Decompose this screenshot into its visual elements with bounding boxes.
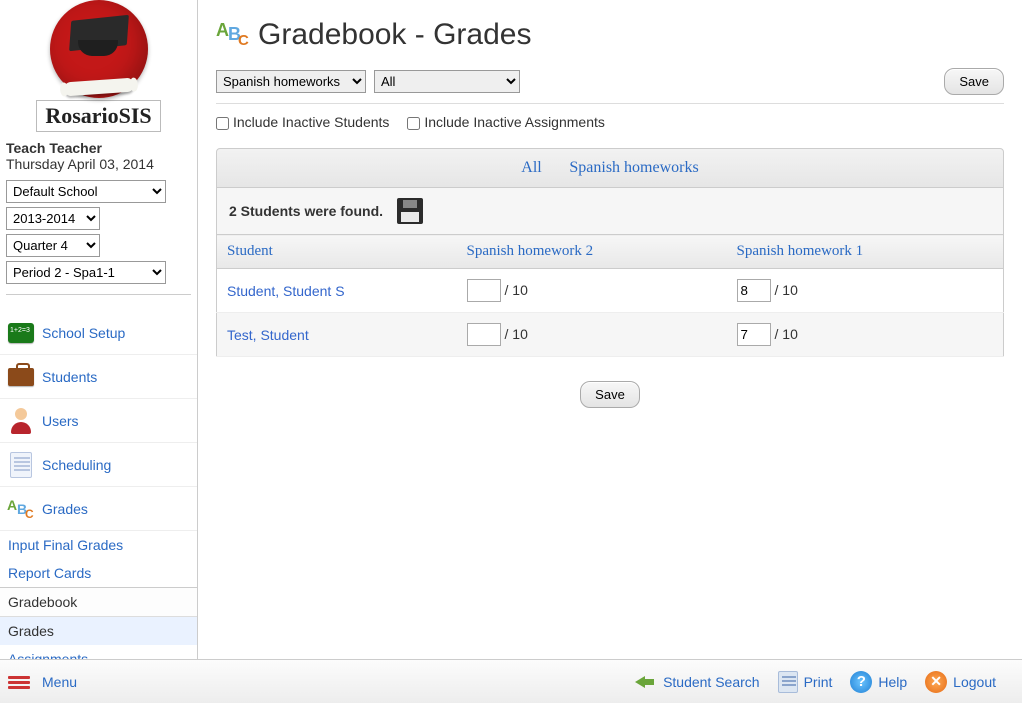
nav-users-label: Users [42, 413, 79, 429]
grade-input-hw1[interactable] [737, 279, 771, 302]
user-block: Teach Teacher Thursday April 03, 2014 De… [0, 136, 197, 311]
nav-scheduling-label: Scheduling [42, 457, 111, 473]
page-title: Gradebook - Grades [258, 18, 531, 52]
print-icon [778, 671, 798, 693]
help-icon: ? [850, 671, 872, 693]
save-button-top[interactable]: Save [944, 68, 1004, 95]
grades-table: Student Spanish homework 2 Spanish homew… [216, 234, 1004, 357]
results-count: 2 Students were found. [229, 203, 383, 219]
nav-users[interactable]: Users [0, 399, 197, 443]
footer-bar: Menu Student Search Print ? Help ✕ Logou… [0, 659, 1022, 703]
close-icon: ✕ [925, 671, 947, 693]
user-icon [6, 406, 36, 436]
nav-school-setup-label: School Setup [42, 325, 125, 341]
briefcase-icon [6, 362, 36, 392]
include-inactive-students-label[interactable]: Include Inactive Students [216, 114, 389, 130]
save-button-bottom[interactable]: Save [580, 381, 640, 408]
footer-print[interactable]: Print [778, 671, 833, 693]
schedule-icon [6, 450, 36, 480]
hamburger-icon [8, 674, 30, 690]
user-name: Teach Teacher [6, 140, 191, 156]
student-link[interactable]: Student, Student S [227, 283, 345, 299]
chalkboard-icon [6, 318, 36, 348]
subnav-input-final-grades[interactable]: Input Final Grades [0, 531, 197, 559]
include-inactive-assignments-checkbox[interactable] [407, 117, 420, 130]
arrow-left-icon [635, 671, 657, 693]
subnav-gradebook-header: Gradebook [0, 587, 197, 617]
footer-student-search[interactable]: Student Search [635, 671, 760, 693]
nav-scheduling[interactable]: Scheduling [0, 443, 197, 487]
filter-bar: Spanish homeworks All Save [216, 68, 1004, 104]
brand-name: RosarioSIS [36, 100, 160, 132]
grade-denominator: / 10 [505, 326, 528, 342]
col-homework-1[interactable]: Spanish homework 1 [727, 235, 1004, 269]
nav-students-label: Students [42, 369, 97, 385]
period-select[interactable]: Period 2 - Spa1-1 [6, 261, 166, 284]
save-disk-icon[interactable] [397, 198, 423, 224]
current-date: Thursday April 03, 2014 [6, 156, 191, 172]
grade-denominator: / 10 [775, 326, 798, 342]
footer-logout[interactable]: ✕ Logout [925, 671, 996, 693]
nav-students[interactable]: Students [0, 355, 197, 399]
footer-help[interactable]: ? Help [850, 671, 907, 693]
quarter-select[interactable]: Quarter 4 [6, 234, 100, 257]
nav-grades[interactable]: ABC Grades [0, 487, 197, 531]
main-content: ABC Gradebook - Grades Spanish homeworks… [198, 0, 1022, 660]
abc-icon: ABC [6, 494, 36, 524]
assignment-scope-select[interactable]: All [374, 70, 520, 93]
tabs-bar: All Spanish homeworks [216, 148, 1004, 188]
col-homework-2[interactable]: Spanish homework 2 [457, 235, 727, 269]
sidebar: RosarioSIS Teach Teacher Thursday April … [0, 0, 198, 703]
tab-spanish-homeworks[interactable]: Spanish homeworks [569, 159, 698, 176]
subnav-grades-active[interactable]: Grades [0, 617, 197, 645]
subnav-report-cards[interactable]: Report Cards [0, 559, 197, 587]
grade-denominator: / 10 [775, 282, 798, 298]
footer-menu[interactable]: Menu [8, 674, 77, 690]
student-link[interactable]: Test, Student [227, 327, 309, 343]
logo-icon [50, 0, 148, 98]
include-inactive-assignments-label[interactable]: Include Inactive Assignments [407, 114, 605, 130]
brand-logo: RosarioSIS [0, 0, 197, 136]
school-select[interactable]: Default School [6, 180, 166, 203]
col-student[interactable]: Student [217, 235, 457, 269]
grade-input-hw1[interactable] [737, 323, 771, 346]
include-inactive-students-checkbox[interactable] [216, 117, 229, 130]
grade-input-hw2[interactable] [467, 279, 501, 302]
filter-checkboxes: Include Inactive Students Include Inacti… [216, 110, 1004, 140]
nav-grades-label: Grades [42, 501, 88, 517]
grade-input-hw2[interactable] [467, 323, 501, 346]
assignment-type-select[interactable]: Spanish homeworks [216, 70, 366, 93]
table-row: Test, Student / 10 / 10 [217, 313, 1004, 357]
table-row: Student, Student S / 10 / 10 [217, 269, 1004, 313]
nav-school-setup[interactable]: School Setup [0, 311, 197, 355]
tab-all[interactable]: All [521, 159, 541, 176]
grade-denominator: / 10 [505, 282, 528, 298]
abc-icon: ABC [216, 20, 250, 50]
year-select[interactable]: 2013-2014 [6, 207, 100, 230]
results-header: 2 Students were found. [216, 188, 1004, 234]
